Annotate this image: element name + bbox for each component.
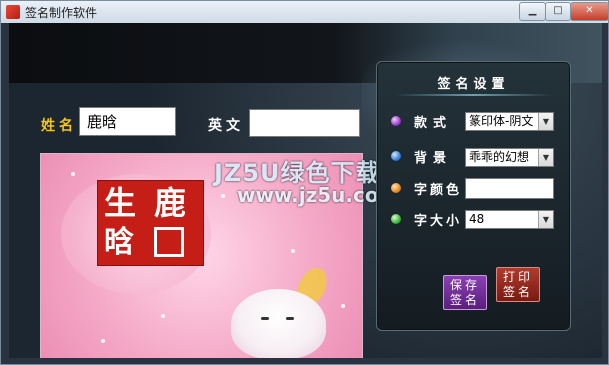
chevron-down-icon[interactable]: ▼	[538, 113, 553, 130]
seal-char-1: 鹿	[154, 184, 187, 222]
sparkle	[101, 339, 105, 343]
english-input[interactable]	[249, 109, 360, 137]
chevron-down-icon[interactable]: ▼	[538, 149, 553, 166]
window-title: 签名制作软件	[25, 6, 98, 20]
minimize-button[interactable]: ▁	[519, 2, 546, 21]
style-select[interactable]: 篆印体-阴文 ▼	[465, 112, 554, 131]
background-select[interactable]: 乖乖的幻想 ▼	[465, 148, 554, 167]
blue-orb-icon	[391, 151, 401, 161]
background-select-value: 乖乖的幻想	[469, 150, 530, 164]
title-bar[interactable]: 签名制作软件 ▁ □ ✕	[1, 1, 609, 23]
seal-char-2: 生	[104, 184, 137, 222]
title-divider	[395, 94, 552, 96]
bunny-eye	[286, 317, 294, 320]
font-size-label: 字大小	[414, 214, 463, 229]
bunny-illustration	[231, 289, 326, 358]
font-size-select-value: 48	[469, 212, 485, 226]
sparkle	[291, 249, 295, 253]
font-color-label: 字颜色	[414, 183, 463, 198]
sparkle	[161, 314, 165, 318]
seal-square	[154, 227, 184, 257]
green-orb-icon	[391, 214, 401, 224]
app-icon	[6, 5, 20, 19]
settings-panel: 签名设置 款式 篆印体-阴文 ▼ 背景 乖乖的幻想 ▼ 字颜色 字大小 48 ▼	[376, 61, 571, 331]
panel-title: 签名设置	[437, 77, 510, 92]
save-signature-button[interactable]: 保存签名	[443, 275, 487, 310]
close-button[interactable]: ✕	[570, 2, 609, 21]
font-size-select[interactable]: 48 ▼	[465, 210, 554, 229]
sparkle	[221, 194, 225, 198]
style-label: 款式	[414, 116, 453, 131]
font-color-field[interactable]	[465, 178, 554, 199]
sparkle	[71, 172, 75, 176]
purple-orb-icon	[391, 116, 401, 126]
app-window: 签名制作软件 ▁ □ ✕ 姓名 鹿晗 英文 鹿 生 晗 JZ5U绿色下载 www…	[0, 0, 609, 365]
background-label: 背景	[414, 151, 453, 166]
print-signature-button[interactable]: 打印签名	[496, 267, 540, 302]
bunny-eye	[261, 317, 269, 320]
maximize-button[interactable]: □	[545, 2, 571, 21]
english-label: 英文	[208, 118, 244, 134]
name-label: 姓名	[41, 118, 77, 134]
chevron-down-icon[interactable]: ▼	[538, 211, 553, 228]
style-select-value: 篆印体-阴文	[469, 114, 534, 128]
seal-stamp: 鹿 生 晗	[98, 181, 203, 265]
seal-char-3: 晗	[104, 225, 134, 260]
name-input[interactable]: 鹿晗	[79, 107, 176, 136]
sparkle	[341, 304, 345, 308]
orange-orb-icon	[391, 183, 401, 193]
main-content: 姓名 鹿晗 英文 鹿 生 晗 JZ5U绿色下载 www.jz5u.com 签名设…	[9, 23, 602, 358]
